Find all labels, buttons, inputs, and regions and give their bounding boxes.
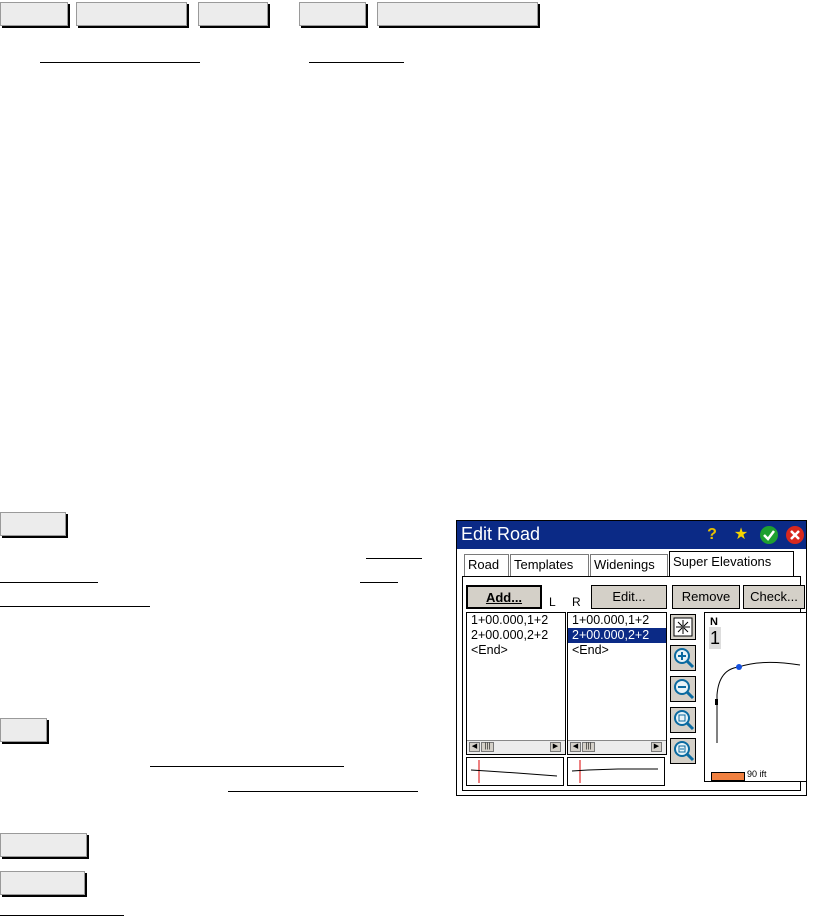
- doc-link-7[interactable]: [150, 766, 344, 767]
- scale-label: 90 ift: [747, 769, 767, 779]
- scroll-thumb[interactable]: |||: [582, 742, 595, 752]
- right-column-label: R: [572, 595, 581, 609]
- left-station-list[interactable]: 1+00.000,1+2 2+00.000,2+2 <End> ◀ ||| ▶: [466, 612, 566, 755]
- doc-link-6[interactable]: [0, 606, 150, 607]
- scroll-thumb[interactable]: |||: [481, 742, 494, 752]
- ok-check-icon[interactable]: [759, 525, 779, 545]
- doc-button-2[interactable]: [76, 2, 187, 26]
- doc-link-3[interactable]: [366, 558, 422, 559]
- list-item[interactable]: 1+00.000,1+2: [467, 613, 565, 628]
- road-map-view[interactable]: N 1 90 ift: [704, 612, 806, 782]
- doc-link-1[interactable]: [40, 62, 200, 63]
- list-item[interactable]: <End>: [467, 643, 565, 658]
- scroll-right-arrow-icon[interactable]: ▶: [550, 742, 561, 752]
- doc-link-9[interactable]: [0, 915, 124, 916]
- right-profile-preview: [567, 757, 665, 786]
- doc-button-1[interactable]: [0, 2, 68, 26]
- list-item[interactable]: <End>: [568, 643, 666, 658]
- doc-link-4[interactable]: [0, 582, 98, 583]
- zoom-in-button[interactable]: [670, 645, 696, 671]
- doc-button-7[interactable]: [0, 718, 47, 742]
- zoom-extents-button[interactable]: [670, 614, 696, 640]
- doc-button-5[interactable]: [377, 2, 538, 26]
- remove-button[interactable]: Remove: [672, 585, 740, 609]
- zoom-previous-button[interactable]: [670, 738, 696, 764]
- title-bar: Edit Road ? ★: [457, 521, 806, 549]
- edit-button[interactable]: Edit...: [591, 585, 667, 609]
- doc-button-8[interactable]: [0, 833, 87, 857]
- tab-templates[interactable]: Templates: [510, 554, 589, 576]
- doc-link-2[interactable]: [309, 62, 404, 63]
- right-horizontal-scrollbar[interactable]: ◀ ||| ▶: [568, 740, 666, 754]
- close-icon[interactable]: [785, 525, 805, 545]
- tab-road[interactable]: Road: [464, 554, 509, 576]
- right-station-list[interactable]: 1+00.000,1+2 2+00.000,2+2 <End> ◀ ||| ▶: [567, 612, 667, 755]
- doc-link-5[interactable]: [360, 582, 398, 583]
- help-icon[interactable]: ?: [702, 525, 722, 545]
- scroll-left-arrow-icon[interactable]: ◀: [570, 742, 581, 752]
- add-button[interactable]: Add...: [466, 585, 542, 609]
- zoom-window-button[interactable]: [670, 707, 696, 733]
- doc-button-3[interactable]: [198, 2, 268, 26]
- road-alignment-graphic: [715, 661, 801, 743]
- check-button[interactable]: Check...: [743, 585, 805, 609]
- left-column-label: L: [549, 595, 556, 609]
- list-item[interactable]: 1+00.000,1+2: [568, 613, 666, 628]
- doc-link-8[interactable]: [228, 791, 418, 792]
- window-title: Edit Road: [461, 524, 541, 544]
- tab-widenings[interactable]: Widenings: [590, 554, 668, 576]
- zoom-out-button[interactable]: [670, 676, 696, 702]
- scale-bar: [711, 772, 745, 781]
- doc-button-6[interactable]: [0, 512, 66, 536]
- favorites-star-icon[interactable]: ★: [731, 525, 751, 545]
- list-item[interactable]: 2+00.000,2+2: [467, 628, 565, 643]
- left-horizontal-scrollbar[interactable]: ◀ ||| ▶: [467, 740, 565, 754]
- scroll-left-arrow-icon[interactable]: ◀: [469, 742, 480, 752]
- left-profile-preview: [466, 757, 564, 786]
- tab-super-elevations[interactable]: Super Elevations: [669, 551, 794, 577]
- scroll-right-arrow-icon[interactable]: ▶: [651, 742, 662, 752]
- edit-road-window: Edit Road ? ★ Road Templates Widenings S…: [456, 520, 807, 796]
- list-item-selected[interactable]: 2+00.000,2+2: [568, 628, 666, 643]
- doc-button-9[interactable]: [0, 871, 85, 895]
- doc-button-4[interactable]: [299, 2, 366, 26]
